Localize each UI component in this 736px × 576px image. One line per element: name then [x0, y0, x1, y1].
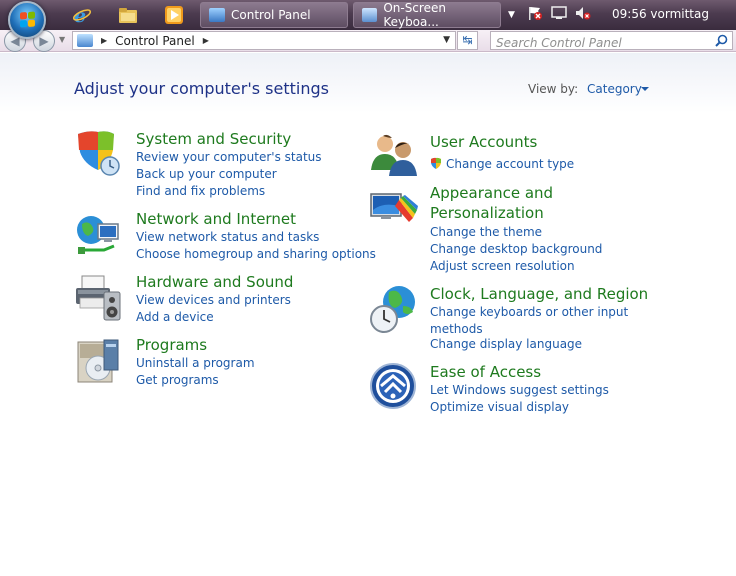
- clock-time[interactable]: 09:56 vormittag: [612, 7, 709, 21]
- breadcrumb-separator-icon[interactable]: ▶: [203, 36, 209, 45]
- taskbar-button-label: Control Panel: [231, 8, 311, 22]
- category-network-and-internet[interactable]: Network and Internet: [136, 209, 296, 229]
- link-change-keyboards-input-methods[interactable]: Change keyboards or other input methods: [430, 304, 628, 338]
- link-optimize-visual-display[interactable]: Optimize visual display: [430, 399, 569, 416]
- shield-icon[interactable]: [74, 128, 124, 178]
- media-player-icon[interactable]: [164, 5, 184, 25]
- category-title-line[interactable]: Personalization: [430, 204, 544, 222]
- view-by-chevron-icon[interactable]: [641, 87, 649, 91]
- recent-pages-chevron-icon[interactable]: ▼: [59, 35, 65, 44]
- category-title-line[interactable]: Appearance and: [430, 184, 553, 202]
- control-panel-small-icon: [77, 34, 93, 47]
- link-change-theme[interactable]: Change the theme: [430, 224, 542, 241]
- network-status-icon[interactable]: [551, 5, 567, 25]
- system-tray: ▼: [508, 0, 591, 30]
- volume-muted-icon[interactable]: [575, 5, 591, 25]
- windows-logo-icon: [20, 11, 35, 28]
- link-find-and-fix-problems[interactable]: Find and fix problems: [136, 183, 265, 200]
- windows-explorer-icon[interactable]: [118, 5, 138, 25]
- link-get-programs[interactable]: Get programs: [136, 372, 219, 389]
- ease-of-access-icon[interactable]: [369, 362, 419, 412]
- category-clock-language-region[interactable]: Clock, Language, and Region: [430, 284, 648, 304]
- link-change-account-type-label[interactable]: Change account type: [446, 157, 574, 171]
- taskbar: e Control Panel On-Screen Keyboa... ▼ 09…: [0, 0, 736, 39]
- address-path-box[interactable]: ▶ Control Panel ▶ ▼: [72, 31, 456, 50]
- clock-globe-icon[interactable]: [369, 284, 419, 334]
- uac-shield-icon: [431, 157, 441, 169]
- address-dropdown-chevron-icon[interactable]: ▼: [443, 35, 450, 45]
- view-by-dropdown[interactable]: Category: [587, 82, 642, 96]
- search-box: [490, 31, 733, 52]
- control-panel-icon: [209, 8, 225, 22]
- link-change-display-language[interactable]: Change display language: [430, 336, 582, 353]
- monitor-palette-icon[interactable]: [369, 188, 419, 238]
- taskbar-onscreen-keyboard-button[interactable]: On-Screen Keyboa...: [353, 1, 501, 29]
- link-text-line[interactable]: methods: [430, 322, 483, 336]
- category-user-accounts[interactable]: User Accounts: [430, 132, 537, 152]
- category-appearance-and-personalization[interactable]: Appearance and Personalization: [430, 183, 553, 223]
- action-center-flag-icon[interactable]: [527, 5, 543, 25]
- taskbar-control-panel-button[interactable]: Control Panel: [200, 2, 348, 28]
- breadcrumb-separator-icon[interactable]: ▶: [101, 36, 107, 45]
- taskbar-button-label: On-Screen Keyboa...: [383, 1, 446, 29]
- link-view-devices-printers[interactable]: View devices and printers: [136, 292, 291, 309]
- category-system-and-security[interactable]: System and Security: [136, 129, 291, 149]
- internet-explorer-icon[interactable]: e: [72, 5, 92, 27]
- link-change-desktop-background[interactable]: Change desktop background: [430, 241, 602, 258]
- view-by-label: View by:: [528, 82, 579, 96]
- search-input[interactable]: [491, 34, 705, 52]
- category-ease-of-access[interactable]: Ease of Access: [430, 362, 541, 382]
- link-choose-homegroup-sharing[interactable]: Choose homegroup and sharing options: [136, 246, 376, 263]
- category-hardware-and-sound[interactable]: Hardware and Sound: [136, 272, 293, 292]
- link-adjust-screen-resolution[interactable]: Adjust screen resolution: [430, 258, 575, 275]
- keyboard-icon: [362, 8, 378, 22]
- link-view-network-status[interactable]: View network status and tasks: [136, 229, 319, 246]
- search-icon[interactable]: [715, 34, 728, 47]
- link-add-a-device[interactable]: Add a device: [136, 309, 214, 326]
- link-text-line[interactable]: Change keyboards or other input: [430, 305, 628, 319]
- link-let-windows-suggest-settings[interactable]: Let Windows suggest settings: [430, 382, 609, 399]
- address-bar: ◀ ▶ ▼ ▶ Control Panel ▶ ▼ ↹: [0, 30, 736, 52]
- link-uninstall-program[interactable]: Uninstall a program: [136, 355, 255, 372]
- refresh-button[interactable]: ↹: [457, 31, 478, 50]
- network-globe-icon[interactable]: [74, 210, 124, 260]
- link-change-account-type[interactable]: Change account type: [430, 156, 574, 173]
- start-button[interactable]: [8, 1, 46, 39]
- page-title: Adjust your computer's settings: [74, 79, 329, 98]
- link-review-computer-status[interactable]: Review your computer's status: [136, 149, 322, 166]
- tray-overflow-chevron-icon[interactable]: ▼: [508, 10, 515, 20]
- users-icon[interactable]: [369, 130, 419, 180]
- category-programs[interactable]: Programs: [136, 335, 207, 355]
- programs-disc-icon[interactable]: [74, 336, 124, 386]
- breadcrumb-control-panel[interactable]: Control Panel: [115, 34, 195, 48]
- printer-speaker-icon[interactable]: [74, 272, 124, 322]
- link-back-up-computer[interactable]: Back up your computer: [136, 166, 277, 183]
